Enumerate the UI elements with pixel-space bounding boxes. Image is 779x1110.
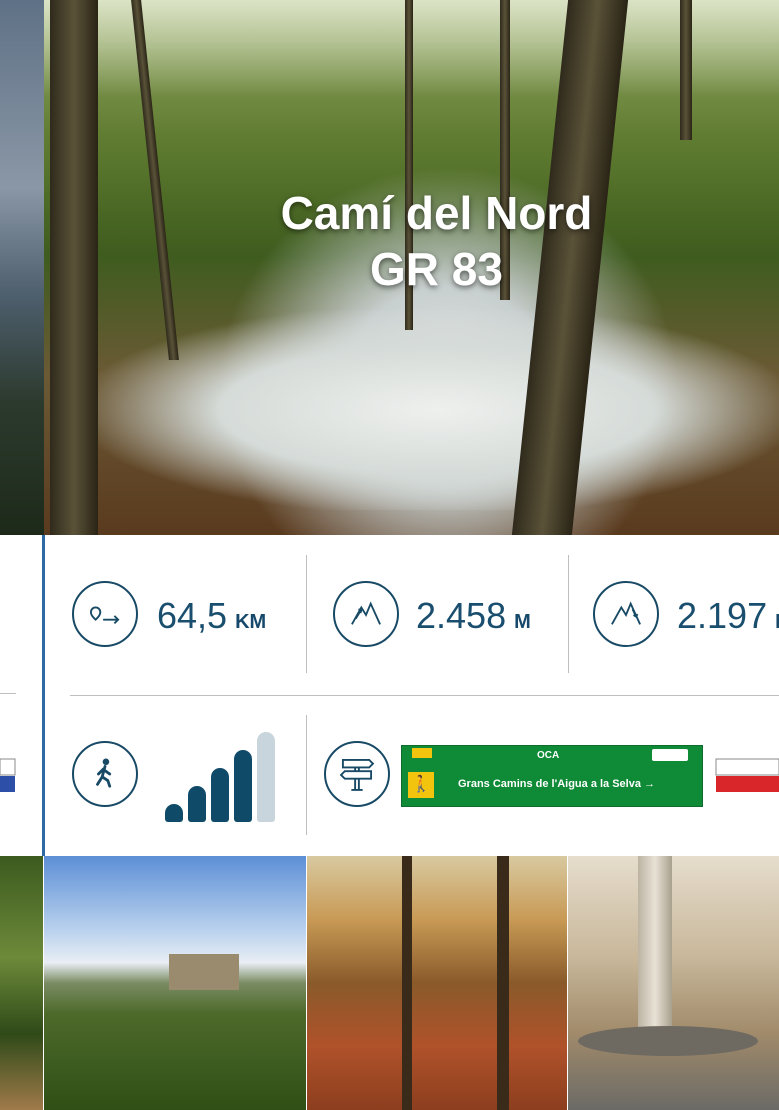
mountain-descent-icon	[593, 581, 659, 647]
divider	[568, 555, 569, 673]
plane-tree-trunk	[638, 856, 672, 1036]
accent-rule	[42, 535, 45, 856]
stream-water	[95, 310, 779, 510]
route-distance-icon	[72, 581, 138, 647]
catalonia-flag-icon	[412, 748, 432, 758]
descent-unit: M	[775, 611, 779, 633]
trail-sign: OCA 🚶 Grans Camins de l'Aigua a la Selva…	[401, 745, 703, 807]
photo-strip	[0, 856, 779, 1110]
ascent-value: 2.458	[416, 595, 507, 636]
hiker-icon	[72, 741, 138, 807]
route-name: Camí del Nord	[280, 187, 593, 239]
sign-text: Grans Camins de l'Aigua a la Selva →	[458, 778, 656, 790]
divider	[306, 555, 307, 673]
autumn-forest-path-photo	[307, 856, 567, 1110]
distance-unit: KM	[235, 611, 267, 633]
forest-edge-photo	[0, 856, 43, 1110]
distance-value: 64,5	[157, 595, 228, 636]
hilltop-castle-photo	[44, 856, 306, 1110]
trail-blaze-left	[0, 758, 16, 792]
tree-trunk	[402, 856, 412, 1110]
fountain-basin	[578, 1026, 758, 1056]
route-stats-panel: 64,5 KM 2.458 M 2.197 M OCA 🚶 Grans Camins …	[0, 535, 779, 856]
mountain-ascent-icon	[333, 581, 399, 647]
ascent-stat: 2.458 M	[416, 595, 531, 637]
descent-stat: 2.197 M	[677, 595, 779, 637]
village-square-photo	[568, 856, 779, 1110]
distance-stat: 64,5 KM	[157, 595, 266, 637]
difficulty-bar	[211, 768, 229, 822]
route-title: Camí del Nord GR 83	[44, 185, 779, 297]
difficulty-bars	[165, 732, 275, 822]
sign-logo	[652, 749, 688, 761]
ascent-unit: M	[514, 611, 531, 633]
difficulty-bar	[165, 804, 183, 822]
route-code: GR 83	[370, 243, 503, 295]
descent-value: 2.197	[677, 595, 768, 636]
difficulty-bar	[188, 786, 206, 822]
mountain-landscape-photo-edge	[0, 0, 44, 535]
difficulty-bar	[257, 732, 275, 822]
divider	[306, 715, 307, 835]
divider	[0, 693, 16, 694]
tree-trunk	[497, 856, 509, 1110]
signpost-icon	[324, 741, 390, 807]
tree-trunk	[680, 0, 692, 140]
castle-silhouette	[169, 954, 239, 990]
difficulty-bar	[234, 750, 252, 822]
hero-banner: Camí del Nord GR 83	[0, 0, 779, 535]
divider	[70, 695, 779, 696]
sign-top-center: OCA	[537, 750, 560, 761]
hikers-icon: 🚶	[408, 772, 434, 798]
trail-blaze-right	[715, 758, 779, 792]
